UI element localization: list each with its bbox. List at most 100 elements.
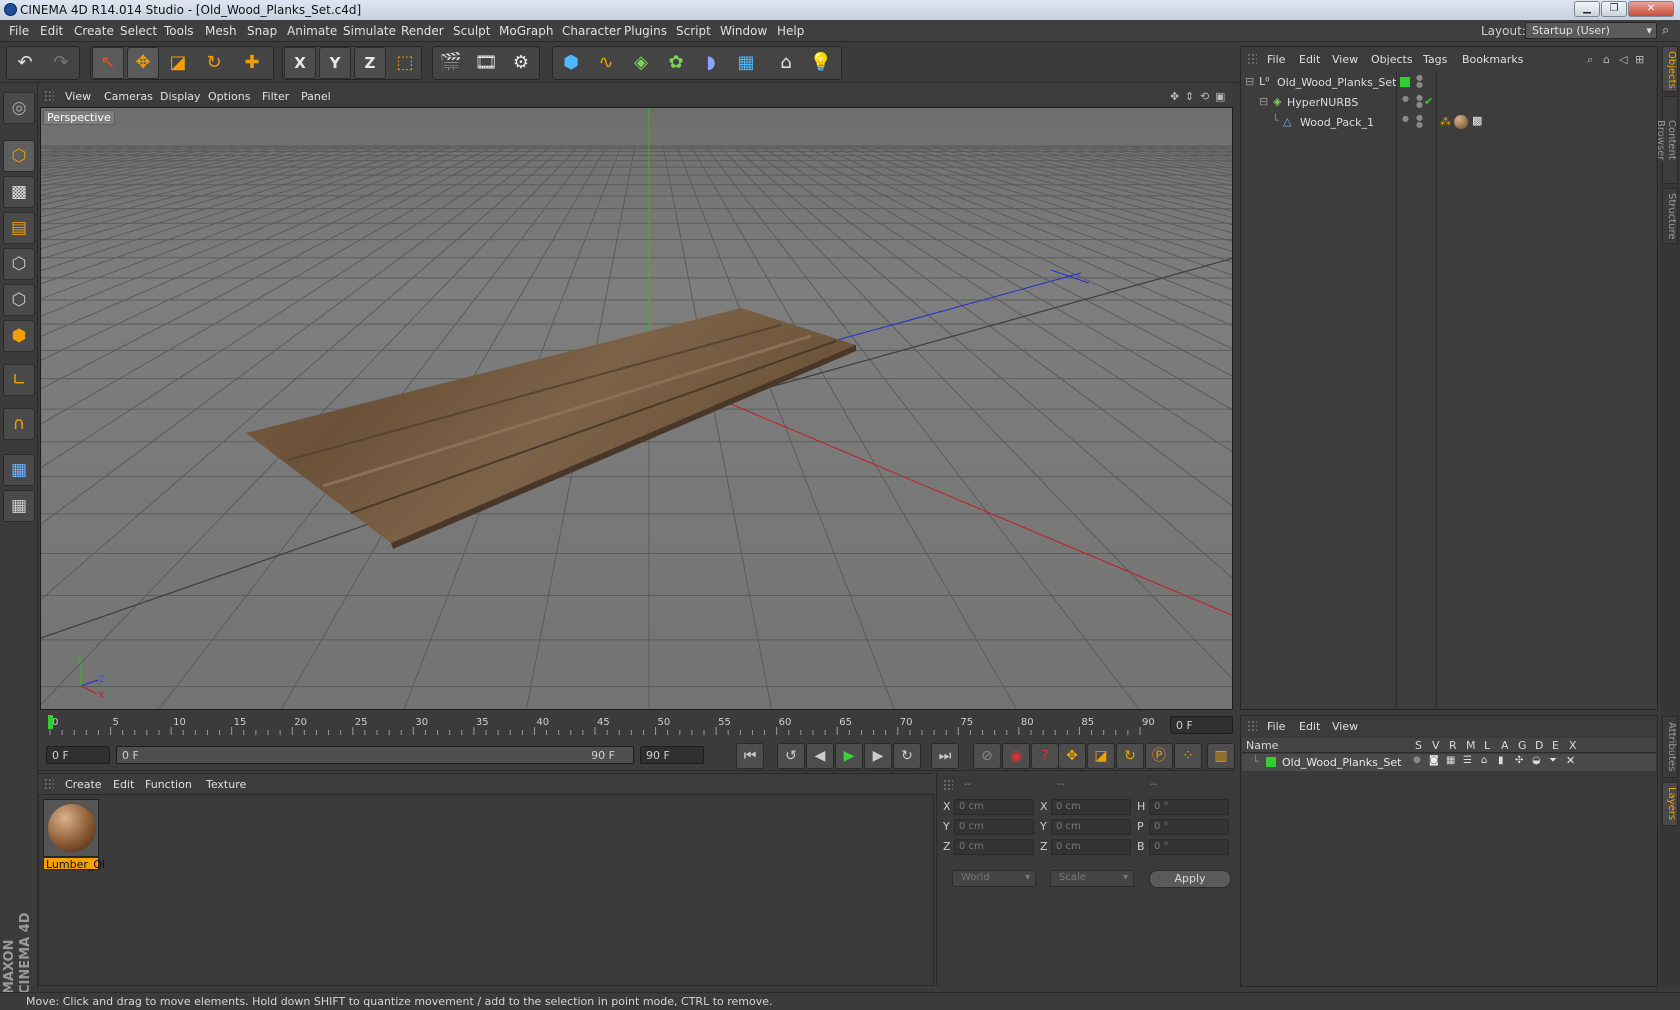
- phong-tag-icon[interactable]: ⁂: [1440, 115, 1451, 128]
- menu-mesh[interactable]: Mesh: [205, 24, 237, 38]
- material-menu-edit[interactable]: Edit: [113, 778, 134, 791]
- timeline-ruler[interactable]: 0 5 10 15 20 25 30 35 40 45 50 55 60 65 70 75 80 85 90 0 F: [38, 712, 1235, 738]
- col-manager[interactable]: M: [1466, 739, 1476, 752]
- object-menu-bookmarks[interactable]: Bookmarks: [1462, 53, 1523, 66]
- viewport-menu-cameras[interactable]: Cameras: [104, 90, 153, 103]
- keyframe-selection-icon[interactable]: ⊘: [973, 743, 1001, 769]
- key-rotation-icon[interactable]: ↻: [1116, 743, 1144, 769]
- object-menu-view[interactable]: View: [1332, 53, 1358, 66]
- key-scale-icon[interactable]: ◪: [1087, 743, 1115, 769]
- material-tag-icon[interactable]: [1454, 115, 1468, 129]
- menu-help[interactable]: Help: [777, 24, 804, 38]
- new-view-icon[interactable]: ⊞: [1635, 53, 1644, 66]
- locked-workplane-icon[interactable]: ▦: [3, 454, 35, 486]
- axis-mode-icon[interactable]: ∟: [3, 364, 35, 396]
- tab-content-browser[interactable]: Content Browser: [1655, 96, 1678, 184]
- viewport-menu-panel[interactable]: Panel: [301, 90, 331, 103]
- uvw-tag-icon[interactable]: ▩: [1472, 114, 1482, 127]
- col-generators[interactable]: G: [1518, 739, 1527, 752]
- render-picture-viewer-icon[interactable]: 🎞: [470, 47, 502, 79]
- layer-color-icon[interactable]: [1400, 77, 1410, 87]
- menu-create[interactable]: Create: [74, 24, 114, 38]
- menu-animate[interactable]: Animate: [287, 24, 337, 38]
- menu-script[interactable]: Script: [676, 24, 711, 38]
- expression-icon[interactable]: ⏷: [1549, 755, 1557, 766]
- tab-objects[interactable]: Objects: [1662, 46, 1678, 92]
- material-menu-create[interactable]: Create: [65, 778, 102, 791]
- view-eye-icon[interactable]: ◙: [1429, 755, 1439, 766]
- menu-file[interactable]: File: [9, 24, 29, 38]
- render-view-icon[interactable]: 🎬: [435, 47, 467, 79]
- col-expressions[interactable]: E: [1552, 739, 1559, 752]
- pos-y-field[interactable]: 0 cm: [954, 819, 1034, 835]
- workplane-icon[interactable]: ▤: [3, 212, 35, 244]
- viewport-pan-icon[interactable]: ✥: [1170, 90, 1179, 103]
- viewport-menu-view[interactable]: View: [65, 90, 91, 103]
- menu-render[interactable]: Render: [401, 24, 444, 38]
- key-pla-icon[interactable]: ⁘: [1174, 743, 1202, 769]
- size-z-field[interactable]: 0 cm: [1051, 839, 1131, 855]
- viewport-menu-options[interactable]: Options: [208, 90, 250, 103]
- model-mode-icon[interactable]: ⬡: [3, 140, 35, 172]
- layer-row[interactable]: └ Old_Wood_Planks_Set ● ◙ ▦ ☰ ⌂ ▮ ✣ ◒ ⏷ …: [1242, 754, 1656, 771]
- material-menu-texture[interactable]: Texture: [206, 778, 246, 791]
- menu-mograph[interactable]: MoGraph: [499, 24, 554, 38]
- light-icon[interactable]: 💡: [805, 47, 837, 79]
- viewport-rotate-icon[interactable]: ⟲: [1200, 90, 1209, 103]
- pos-z-field[interactable]: 0 cm: [954, 839, 1034, 855]
- visibility-dots-icon[interactable]: ● ●: [1416, 114, 1423, 129]
- material-swatch[interactable]: Lumber_Ol: [43, 799, 105, 871]
- viewport-maximize-icon[interactable]: ▣: [1215, 90, 1225, 103]
- snap-icon[interactable]: ∩: [3, 408, 35, 440]
- layer-menu-file[interactable]: File: [1267, 720, 1285, 733]
- object-menu-tags[interactable]: Tags: [1423, 53, 1447, 66]
- rot-b-field[interactable]: 0 °: [1149, 839, 1229, 855]
- manager-icon[interactable]: ☰: [1463, 755, 1472, 766]
- undo-icon[interactable]: ↶: [9, 47, 41, 79]
- menu-plugins[interactable]: Plugins: [624, 24, 667, 38]
- polygons-mode-icon[interactable]: ⬢: [3, 320, 35, 352]
- coordinate-mode-select[interactable]: Scale ▾: [1050, 870, 1134, 887]
- tab-attributes[interactable]: Attributes: [1662, 716, 1678, 778]
- planar-workplane-icon[interactable]: ▦: [3, 490, 35, 522]
- menu-window[interactable]: Window: [720, 24, 767, 38]
- render-icon[interactable]: ▦: [1446, 755, 1455, 766]
- redo-icon[interactable]: ↷: [45, 47, 77, 79]
- key-parameter-icon[interactable]: Ⓟ: [1145, 743, 1173, 769]
- menu-sculpt[interactable]: Sculpt: [453, 24, 490, 38]
- maximize-button[interactable]: ❐: [1601, 1, 1627, 17]
- collapse-icon[interactable]: ⊟: [1259, 95, 1268, 108]
- layer-color-icon[interactable]: [1266, 757, 1276, 767]
- coordinate-system-icon[interactable]: ⬚: [389, 47, 421, 79]
- object-row[interactable]: ⊟ L⁰ Old_Wood_Planks_Set ● ●: [1242, 73, 1656, 93]
- editor-visibility-dot-icon[interactable]: ●: [1402, 94, 1409, 103]
- material-menu-function[interactable]: Function: [145, 778, 192, 791]
- back-icon[interactable]: ◁: [1619, 53, 1627, 66]
- menu-simulate[interactable]: Simulate: [343, 24, 396, 38]
- generator-icon[interactable]: ✣: [1515, 755, 1523, 766]
- col-name[interactable]: Name: [1246, 739, 1278, 752]
- apply-button[interactable]: Apply: [1149, 870, 1231, 888]
- col-solo[interactable]: S: [1415, 739, 1422, 752]
- array-icon[interactable]: ✿: [660, 47, 692, 79]
- col-animation[interactable]: A: [1501, 739, 1509, 752]
- spline-icon[interactable]: ∿: [590, 47, 622, 79]
- start-frame-field[interactable]: 0 F: [46, 746, 110, 764]
- minimize-button[interactable]: ▁: [1574, 1, 1600, 17]
- record-icon[interactable]: ◉: [1002, 743, 1030, 769]
- rotate-icon[interactable]: ↻: [198, 47, 230, 79]
- rot-p-field[interactable]: 0 °: [1149, 819, 1229, 835]
- col-deformers[interactable]: D: [1535, 739, 1543, 752]
- edges-mode-icon[interactable]: ⬡: [3, 284, 35, 316]
- render-settings-icon[interactable]: ⚙: [505, 47, 537, 79]
- menu-tools[interactable]: Tools: [164, 24, 194, 38]
- object-menu-file[interactable]: File: [1267, 53, 1285, 66]
- solo-icon[interactable]: ●: [1413, 755, 1421, 765]
- col-view[interactable]: V: [1432, 739, 1440, 752]
- autokey-icon[interactable]: ?: [1031, 743, 1059, 769]
- collapse-icon[interactable]: ⊟: [1245, 75, 1254, 88]
- scale-icon[interactable]: ◪: [162, 47, 194, 79]
- previous-frame-icon[interactable]: ◀: [806, 743, 834, 769]
- col-xref[interactable]: X: [1569, 739, 1577, 752]
- previous-key-icon[interactable]: ↺: [777, 743, 805, 769]
